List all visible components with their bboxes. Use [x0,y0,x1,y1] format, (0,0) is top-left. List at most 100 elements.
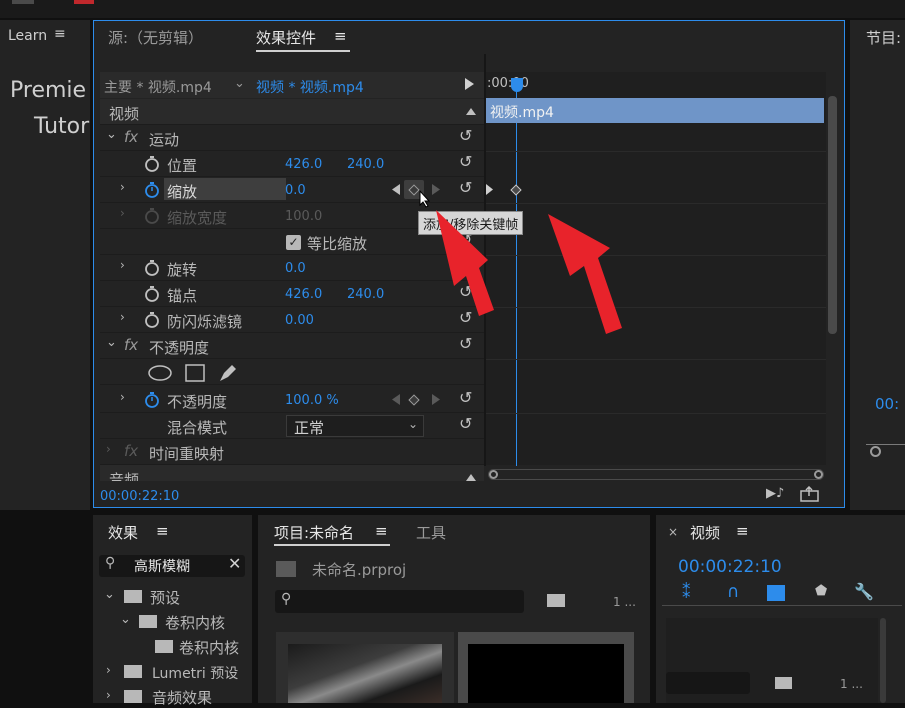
timeline-row-lines [486,413,826,414]
keyframe-diamond-icon[interactable] [408,394,420,406]
collapse-up-icon[interactable] [466,474,476,481]
new-bin-icon[interactable] [547,594,565,607]
time-remap-row[interactable]: › fx 时间重映射 [100,439,484,465]
prev-keyframe-icon[interactable] [392,184,400,195]
rectangle-mask-icon[interactable] [185,364,205,382]
effects-menu-icon[interactable]: ≡ [156,522,169,540]
effects-item-presets[interactable]: 预设 [150,587,180,608]
motion-row[interactable]: ⌄ fx 运动 [100,125,484,151]
clear-search-icon[interactable]: ✕ [228,554,241,573]
clip-bar[interactable]: 视频.mp4 [486,98,824,123]
stopwatch-icon[interactable] [144,311,160,328]
timeline-search-input[interactable] [666,672,750,694]
position-row[interactable]: 位置 426.0 240.0 [100,151,484,177]
position-y-value[interactable]: 240.0 [347,157,384,172]
nest-icon[interactable]: ⁑ [682,583,691,603]
scroll-handle-right[interactable] [814,470,823,479]
linked-selection-icon[interactable] [767,585,785,601]
stopwatch-icon[interactable] [144,259,160,276]
horizontal-scrollbar[interactable] [488,469,824,480]
opacity-row[interactable]: › 不透明度 100.0 % [100,387,484,413]
close-icon[interactable]: × [668,525,678,539]
effects-item-convolution-preset[interactable]: 卷积内核 [179,637,239,658]
position-x-value[interactable]: 426.0 [285,157,322,172]
tab-effect-controls[interactable]: 效果控件 [256,27,316,48]
rotation-value[interactable]: 0.0 [285,261,306,276]
vertical-scrollbar[interactable] [828,96,837,334]
timeline-new-bin-icon[interactable] [775,677,792,689]
effects-item-lumetri[interactable]: Lumetri 预设 [152,663,238,683]
reset-icon[interactable]: ↺ [459,152,472,171]
mask-tools-row [100,359,484,385]
uniform-scale-checkbox[interactable]: ✓ [286,235,301,250]
learn-tab[interactable]: Learn [8,28,47,44]
opacity-value[interactable]: 100.0 % [285,393,339,408]
timeline-menu-icon[interactable]: ≡ [736,522,749,540]
opacity-section-row[interactable]: ⌄ fx 不透明度 [100,333,484,359]
program-tab[interactable]: 节目: [866,27,901,48]
expand-arrow-icon[interactable]: › [106,442,111,456]
chevron-down-icon[interactable]: ⌄ [234,76,245,91]
expand-arrow-icon[interactable]: › [106,688,111,702]
learn-menu-icon[interactable]: ≡ [54,26,66,42]
clip-thumbnail-piano[interactable] [276,632,454,703]
clip-thumbnail-black[interactable] [458,632,634,703]
tab-menu-icon[interactable]: ≡ [334,27,347,45]
effects-item-audio[interactable]: 音频效果 [152,687,212,708]
scroll-handle-left[interactable] [489,470,498,479]
anchor-y-value[interactable]: 240.0 [347,287,384,302]
ellipse-mask-icon[interactable] [148,365,172,381]
master-clip-label[interactable]: 主要 * 视频.mp4 [104,77,212,97]
expand-arrow-icon[interactable]: › [120,310,125,324]
reset-icon[interactable]: ↺ [459,414,472,433]
add-marker-icon[interactable]: ⬟ [815,583,827,599]
tab-source[interactable]: 源:（无剪辑） [108,27,203,48]
effects-item-convolution[interactable]: 卷积内核 [165,612,225,633]
next-keyframe-icon[interactable] [432,394,440,405]
stopwatch-icon[interactable] [144,155,160,172]
anti-flicker-value[interactable]: 0.00 [285,313,314,328]
reset-icon[interactable]: ↺ [459,388,472,407]
play-arrow-icon[interactable] [465,78,475,90]
project-menu-icon[interactable]: ≡ [375,522,388,540]
timeline-timecode[interactable]: 00:00:22:10 [678,557,782,577]
program-timecode[interactable]: 00: [875,395,899,413]
playhead-handle[interactable] [511,78,523,92]
scale-value[interactable]: 0.0 [285,183,306,198]
wrench-icon[interactable]: 🔧 [854,582,874,601]
expand-chevron-icon[interactable]: ⌄ [106,335,117,350]
effects-tab[interactable]: 效果 [108,522,138,543]
collapse-up-icon[interactable] [466,108,476,115]
next-keyframe-icon[interactable] [486,184,493,195]
expand-chevron-icon[interactable]: ⌄ [104,587,115,602]
reset-icon[interactable]: ↺ [459,178,472,197]
expand-arrow-icon[interactable]: › [106,663,111,677]
project-search-input[interactable] [275,590,524,613]
timeline-scrollbar[interactable] [880,618,886,703]
program-playhead[interactable] [870,446,881,457]
expand-chevron-icon[interactable]: ⌄ [120,612,131,627]
next-keyframe-icon[interactable] [432,184,440,195]
tab-project[interactable]: 项目:未命名 [274,522,354,543]
reset-icon[interactable]: ↺ [459,334,472,353]
record-icon[interactable] [74,0,94,4]
expand-arrow-icon[interactable]: › [120,180,125,194]
sequence-clip-label[interactable]: 视频 * 视频.mp4 [256,77,364,97]
export-icon[interactable] [800,486,820,502]
tab-tools[interactable]: 工具 [416,522,446,543]
reset-icon[interactable]: ↺ [459,126,472,145]
folder-star-icon [124,665,142,678]
snap-magnet-icon[interactable]: ∩ [727,582,739,602]
play-audio-icon[interactable]: ▶♪ [766,486,784,501]
timeline-tab[interactable]: 视频 [690,522,720,543]
prev-keyframe-icon[interactable] [392,394,400,405]
pen-mask-icon[interactable] [218,363,238,383]
expand-arrow-icon[interactable]: › [120,258,125,272]
stopwatch-active-icon[interactable] [144,391,160,408]
footer-timecode[interactable]: 00:00:22:10 [100,489,179,504]
stopwatch-icon[interactable] [144,285,160,302]
expand-chevron-icon[interactable]: ⌄ [106,127,117,142]
expand-arrow-icon[interactable]: › [120,390,125,404]
anchor-x-value[interactable]: 426.0 [285,287,322,302]
stopwatch-active-icon[interactable] [144,181,160,198]
